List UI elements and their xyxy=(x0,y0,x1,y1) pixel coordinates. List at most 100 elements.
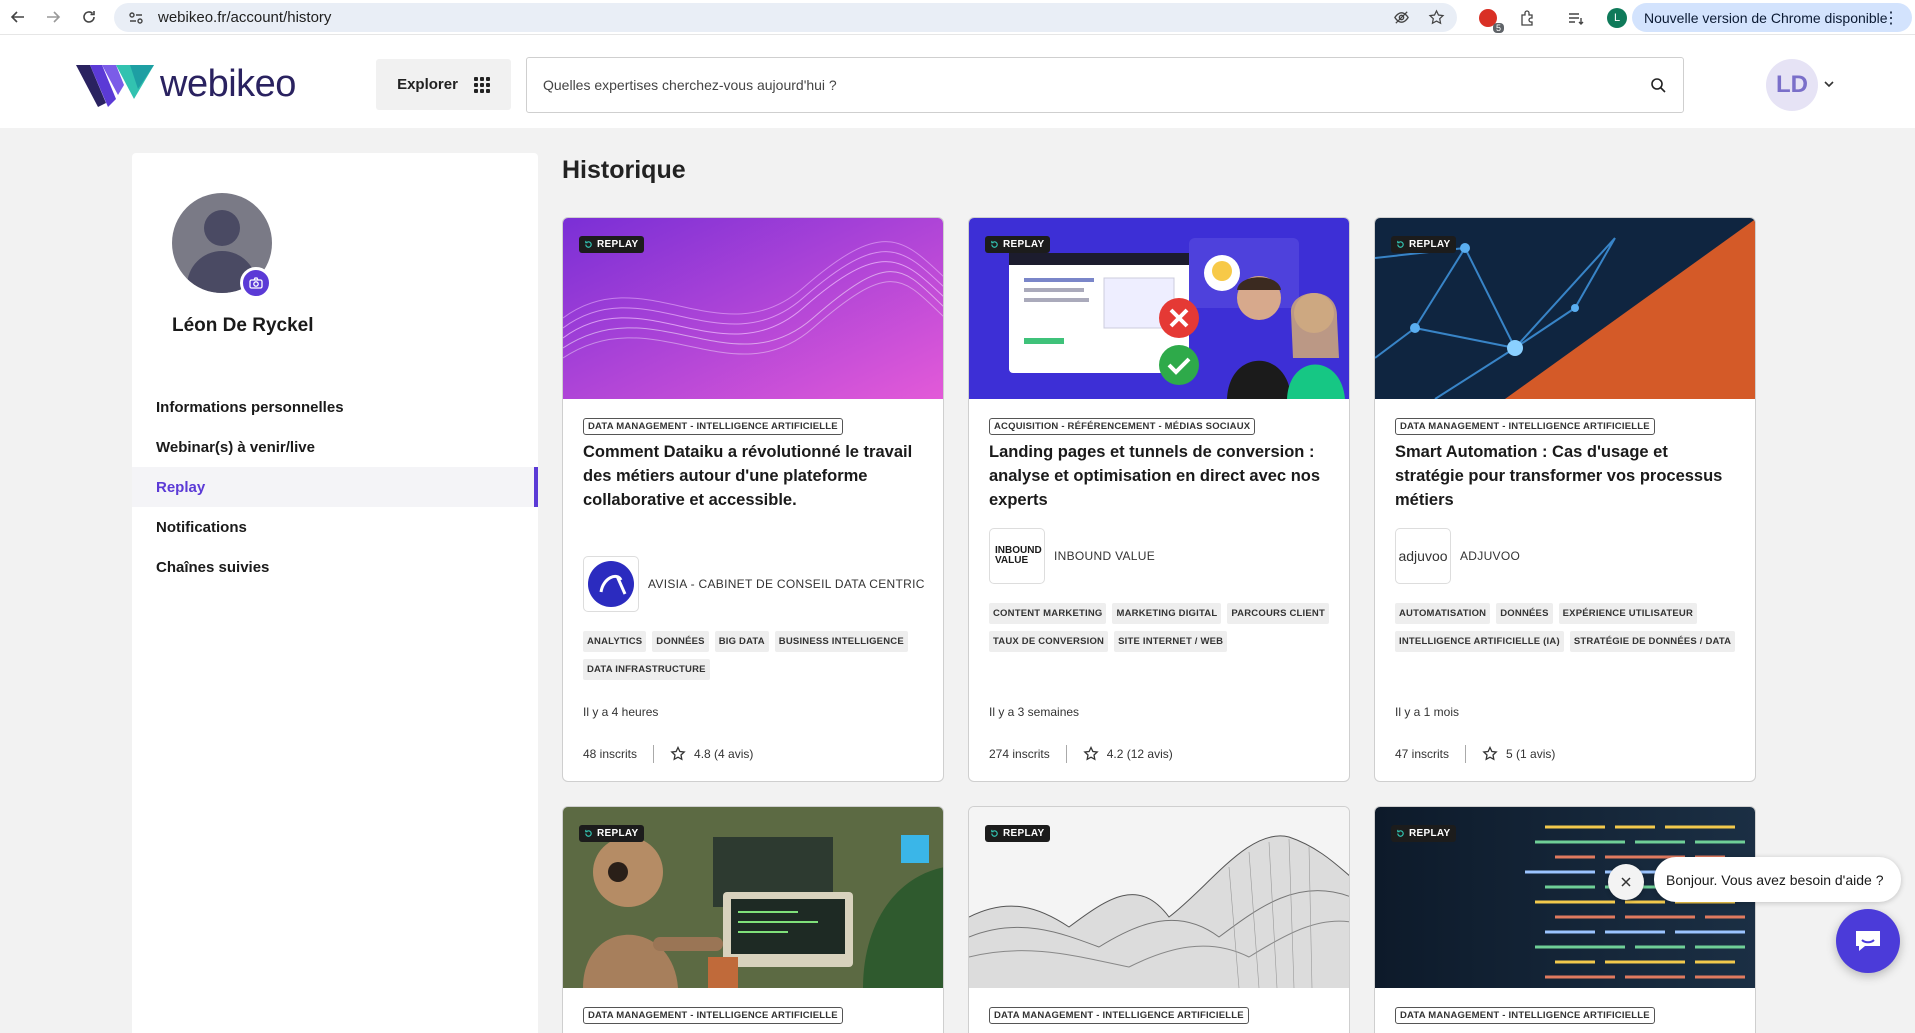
sidebar-item-followed-channels[interactable]: Chaînes suivies xyxy=(132,547,538,587)
webinar-card[interactable]: REPLAY DATA MANAGEMENT - INTELLIGENCE AR… xyxy=(1374,217,1756,782)
tag-list: CONTENT MARKETING MARKETING DIGITAL PARC… xyxy=(989,603,1339,652)
organizer[interactable]: adjuvoo ADJUVOO xyxy=(1395,528,1520,584)
topic-tag[interactable]: DONNÉES xyxy=(652,631,709,652)
webinar-thumbnail[interactable]: REPLAY xyxy=(969,218,1349,399)
eye-off-icon[interactable] xyxy=(1393,9,1410,26)
category-tag[interactable]: DATA MANAGEMENT - INTELLIGENCE ARTIFICIE… xyxy=(989,1007,1249,1024)
subscriber-count: 48 inscrits xyxy=(583,747,638,761)
topic-tag[interactable]: ANALYTICS xyxy=(583,631,647,652)
organizer-logo[interactable]: INBOUND VALUE xyxy=(989,528,1045,584)
search-input[interactable] xyxy=(543,77,1623,93)
close-icon xyxy=(1621,877,1631,887)
browser-toolbar: webikeo.fr/account/history 5 L Nouvelle … xyxy=(0,0,1915,35)
replay-icon xyxy=(1397,829,1404,837)
tag-list: AUTOMATISATION DONNÉES EXPÉRIENCE UTILIS… xyxy=(1395,603,1745,652)
back-button[interactable] xyxy=(1,0,35,34)
sidebar-item-personal-info[interactable]: Informations personnelles xyxy=(132,387,538,427)
topic-tag[interactable]: BIG DATA xyxy=(714,631,769,652)
replay-label: REPLAY xyxy=(1003,239,1045,250)
topic-tag[interactable]: SITE INTERNET / WEB xyxy=(1114,631,1228,652)
topic-tag[interactable]: AUTOMATISATION xyxy=(1395,603,1491,624)
topic-tag[interactable]: DATA INFRASTRUCTURE xyxy=(583,659,710,680)
organizer-name[interactable]: AVISIA - CABINET DE CONSEIL DATA CENTRIC xyxy=(648,577,925,591)
organizer[interactable]: AVISIA - CABINET DE CONSEIL DATA CENTRIC xyxy=(583,556,925,612)
time-ago: Il y a 3 semaines xyxy=(989,705,1080,719)
topic-tag[interactable]: EXPÉRIENCE UTILISATEUR xyxy=(1558,603,1698,624)
replay-icon xyxy=(991,240,998,248)
webinar-title[interactable]: Landing pages et tunnels de conversion :… xyxy=(989,440,1334,512)
topic-tag[interactable]: DONNÉES xyxy=(1496,603,1553,624)
webinar-card[interactable]: REPLAY DATA MANAGEMENT - INTELLIGENCE AR… xyxy=(968,806,1350,1033)
extensions-puzzle-icon[interactable] xyxy=(1519,9,1537,27)
site-settings-icon[interactable] xyxy=(128,10,144,26)
reload-button[interactable] xyxy=(72,0,106,34)
category-tag[interactable]: DATA MANAGEMENT - INTELLIGENCE ARTIFICIE… xyxy=(1395,1007,1655,1024)
topic-tag[interactable]: TAUX DE CONVERSION xyxy=(989,631,1109,652)
chat-greeting-bubble[interactable]: Bonjour. Vous avez besoin d'aide ? xyxy=(1654,857,1901,902)
site-header: webikeo Explorer LD xyxy=(0,35,1915,128)
change-photo-button[interactable] xyxy=(240,267,272,299)
time-ago: Il y a 1 mois xyxy=(1395,705,1460,719)
extension-red-icon[interactable]: 5 xyxy=(1479,8,1504,33)
rating: 5 (1 avis) xyxy=(1506,747,1556,761)
search-icon[interactable] xyxy=(1650,77,1667,94)
bookmark-star-icon[interactable] xyxy=(1428,9,1445,26)
webinar-title[interactable]: Smart Automation : Cas d'usage et straté… xyxy=(1395,440,1740,512)
category-tag[interactable]: ACQUISITION - RÉFÉRENCEMENT - MÉDIAS SOC… xyxy=(989,418,1256,435)
chrome-update-button[interactable]: Nouvelle version de Chrome disponible ⋮ xyxy=(1632,3,1912,32)
topic-tag[interactable]: MARKETING DIGITAL xyxy=(1112,603,1222,624)
sidebar-item-notifications[interactable]: Notifications xyxy=(132,507,538,547)
chat-close-button[interactable] xyxy=(1608,864,1644,900)
adjuvoo-logo: adjuvoo xyxy=(1398,548,1448,564)
organizer-name[interactable]: ADJUVOO xyxy=(1460,549,1520,563)
address-bar[interactable]: webikeo.fr/account/history xyxy=(114,3,1457,32)
webinar-card[interactable]: REPLAY ACQUISITION - RÉFÉRENCEMENT - MÉD… xyxy=(968,217,1350,782)
replay-badge: REPLAY xyxy=(579,825,645,842)
topic-tag[interactable]: BUSINESS INTELLIGENCE xyxy=(774,631,908,652)
webinar-card[interactable]: REPLAY DATA MANAGEMENT - INTELLIGENCE AR… xyxy=(562,806,944,1033)
rating: 4.2 (12 avis) xyxy=(1106,747,1173,761)
replay-icon xyxy=(1397,240,1404,248)
category-tag[interactable]: DATA MANAGEMENT - INTELLIGENCE ARTIFICIE… xyxy=(1395,418,1655,435)
sidebar-item-upcoming-webinars[interactable]: Webinar(s) à venir/live xyxy=(132,427,538,467)
webinar-thumbnail[interactable]: REPLAY xyxy=(563,807,943,988)
organizer-logo[interactable]: adjuvoo xyxy=(1395,528,1451,584)
replay-badge: REPLAY xyxy=(985,825,1051,842)
logo-text: webikeo xyxy=(160,62,296,105)
explore-button[interactable]: Explorer xyxy=(376,59,511,110)
forward-button[interactable] xyxy=(36,0,70,34)
user-avatar[interactable]: LD xyxy=(1766,59,1818,111)
webinar-thumbnail[interactable]: REPLAY xyxy=(563,218,943,399)
chat-launcher-button[interactable] xyxy=(1836,909,1900,973)
update-label: Nouvelle version de Chrome disponible xyxy=(1644,9,1888,26)
webinar-card[interactable]: REPLAY DATA MANAGEMENT - INTELLIGENCE AR… xyxy=(1374,806,1756,1033)
organizer-name[interactable]: INBOUND VALUE xyxy=(1054,549,1155,563)
webinar-title[interactable]: Comment Dataiku a révolutionné le travai… xyxy=(583,440,928,512)
page-title: Historique xyxy=(562,156,686,184)
replay-icon xyxy=(991,829,998,837)
category-tag[interactable]: DATA MANAGEMENT - INTELLIGENCE ARTIFICIE… xyxy=(583,1007,843,1024)
topic-tag[interactable]: PARCOURS CLIENT xyxy=(1227,603,1329,624)
webinar-thumbnail[interactable]: REPLAY xyxy=(1375,218,1755,399)
category-tag[interactable]: DATA MANAGEMENT - INTELLIGENCE ARTIFICIE… xyxy=(583,418,843,435)
organizer-logo[interactable] xyxy=(583,556,639,612)
webinar-card[interactable]: REPLAY DATA MANAGEMENT - INTELLIGENCE AR… xyxy=(562,217,944,782)
more-vert-icon[interactable]: ⋮ xyxy=(1883,8,1899,28)
topic-tag[interactable]: STRATÉGIE DE DONNÉES / DATA xyxy=(1569,631,1736,652)
chevron-down-icon[interactable] xyxy=(1822,77,1836,91)
organizer[interactable]: INBOUND VALUE INBOUND VALUE xyxy=(989,528,1155,584)
subscriber-count: 47 inscrits xyxy=(1395,747,1450,761)
url-text[interactable]: webikeo.fr/account/history xyxy=(158,9,331,26)
webinar-thumbnail[interactable]: REPLAY xyxy=(969,807,1349,988)
topic-tag[interactable]: CONTENT MARKETING xyxy=(989,603,1107,624)
search-box[interactable] xyxy=(526,57,1684,113)
sidebar-item-replay[interactable]: Replay xyxy=(132,467,538,507)
browser-profile-avatar[interactable]: L xyxy=(1607,7,1627,28)
reading-list-icon[interactable] xyxy=(1567,9,1585,27)
replay-label: REPLAY xyxy=(1003,828,1045,839)
chat-greeting-text: Bonjour. Vous avez besoin d'aide ? xyxy=(1666,871,1884,888)
webikeo-logo[interactable]: webikeo xyxy=(76,59,296,109)
topic-tag[interactable]: INTELLIGENCE ARTIFICIELLE (IA) xyxy=(1395,631,1564,652)
star-icon xyxy=(1482,746,1498,761)
tag-list: ANALYTICS DONNÉES BIG DATA BUSINESS INTE… xyxy=(583,631,933,680)
